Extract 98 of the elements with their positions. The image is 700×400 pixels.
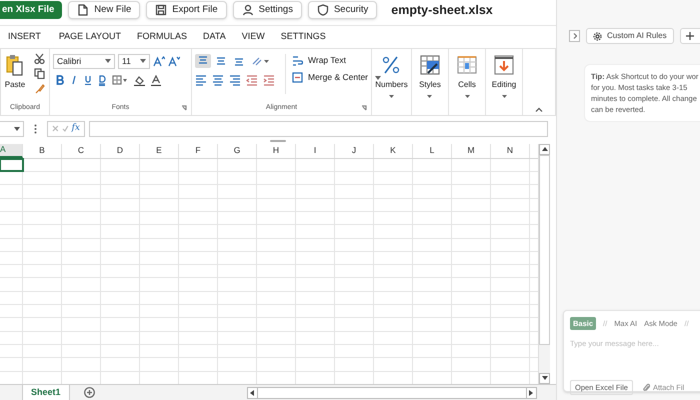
down-triangle-icon (542, 376, 548, 380)
file-name: empty-sheet.xlsx (391, 2, 493, 20)
gear-icon (593, 32, 602, 40)
cells-icon (457, 54, 477, 75)
font-color-icon (151, 74, 161, 86)
sheet-tab[interactable]: Sheet1 (22, 384, 70, 400)
caret-icon (105, 59, 111, 64)
ribbon-tab[interactable]: FORMULAS (129, 30, 196, 48)
toolbar-button[interactable]: Export File (146, 1, 227, 20)
ribbon-tab[interactable]: INSERT (0, 30, 51, 48)
align-right-icon (229, 74, 241, 86)
toolbar-button[interactable]: Settings (232, 1, 302, 20)
column-header[interactable]: N (491, 144, 530, 158)
splitter-handle[interactable] (270, 140, 286, 142)
left-triangle-icon (250, 390, 254, 396)
ribbon-tab[interactable]: DATA (195, 30, 234, 48)
column-header[interactable]: C (62, 144, 101, 158)
underline-icon (84, 75, 92, 86)
increase-indent-icon (263, 74, 275, 86)
align-icon (215, 54, 227, 67)
toolbar-button[interactable]: New File (68, 1, 140, 20)
column-header[interactable]: J (335, 144, 374, 158)
dialog-launcher-icon (361, 105, 367, 112)
ribbon-tab[interactable]: SETTINGS (272, 30, 334, 48)
column-header[interactable]: A (0, 144, 23, 158)
border-icon (112, 75, 128, 86)
vertical-scrollbar[interactable] (538, 144, 550, 384)
ribbon-command-button[interactable]: Editing (492, 54, 516, 98)
table-style-icon (420, 54, 440, 75)
align-center-icon (212, 74, 224, 86)
horizontal-scrollbar[interactable] (246, 386, 537, 399)
align-left-icon (195, 74, 207, 86)
merge-cells-icon (292, 72, 303, 84)
font-size-dropdown[interactable]: 11 (118, 54, 150, 69)
plus-icon (686, 32, 694, 40)
column-header[interactable]: B (23, 144, 62, 158)
scroll-down-button[interactable] (539, 372, 550, 384)
paintbrush-icon (34, 82, 45, 94)
column-header[interactable]: E (140, 144, 179, 158)
save-icon (155, 4, 168, 16)
custom-rules-button[interactable]: Custom AI Rules (586, 28, 674, 44)
panel-toggle-button[interactable] (569, 30, 580, 42)
increase-font-icon (153, 56, 165, 67)
toolbar-button[interactable]: Security (308, 1, 378, 20)
decrease-font-icon (168, 56, 180, 67)
bold-icon (56, 75, 64, 86)
fill-color-icon (134, 74, 145, 86)
check-icon (62, 125, 69, 132)
double-underline-icon (98, 74, 106, 86)
ribbon-command-button[interactable]: Styles (419, 54, 441, 98)
caret-icon (388, 94, 394, 98)
caret-icon (464, 94, 470, 98)
caret-icon (427, 94, 432, 98)
column-header[interactable]: K (374, 144, 413, 158)
ribbon-command-button[interactable]: Cells (457, 54, 477, 98)
more-options-icon (34, 124, 37, 134)
right-triangle-icon (529, 390, 534, 396)
scroll-left-icon[interactable] (248, 388, 258, 398)
active-cell[interactable] (0, 158, 23, 172)
column-header[interactable]: F (179, 144, 218, 158)
chevron-right-icon (572, 33, 576, 39)
ribbon-tab[interactable]: PAGE LAYOUT (50, 30, 130, 48)
align-top-button[interactable] (195, 54, 211, 68)
orientation-icon (252, 56, 270, 66)
open-file-button[interactable]: en Xlsx File (0, 1, 62, 20)
insert-function-button[interactable]: fx (72, 122, 80, 136)
italic-icon (70, 75, 78, 86)
font-name-dropdown[interactable]: Calibri (53, 54, 115, 69)
shield-icon (316, 4, 329, 16)
formula-input[interactable] (89, 120, 548, 137)
cancel-icon (52, 125, 59, 132)
column-header[interactable]: I (296, 144, 335, 158)
column-header[interactable]: H (257, 144, 296, 158)
ribbon-tab[interactable]: VIEW (234, 30, 273, 48)
caret-icon (375, 76, 381, 80)
caret-icon (140, 59, 146, 64)
paperclip-icon (642, 383, 650, 392)
caret-icon (14, 126, 20, 131)
column-header[interactable]: M (452, 144, 491, 158)
scroll-up-button[interactable] (539, 144, 550, 155)
decrease-indent-icon (246, 74, 258, 86)
column-header[interactable]: L (413, 144, 452, 158)
copy-icon (34, 68, 45, 79)
scissors-icon (34, 52, 45, 64)
percent-icon (381, 54, 402, 75)
column-header[interactable]: G (218, 144, 257, 158)
file-icon (77, 4, 90, 16)
add-sheet-icon (84, 386, 95, 398)
paste-button[interactable]: Paste (4, 54, 26, 91)
user-icon (242, 4, 254, 16)
caret-icon (502, 94, 506, 98)
dialog-launcher-icon (181, 105, 187, 112)
column-header[interactable]: D (101, 144, 140, 158)
wrap-text-icon (292, 54, 303, 66)
collapse-caret-icon (535, 107, 543, 112)
up-triangle-icon (542, 147, 548, 152)
name-box[interactable] (0, 120, 24, 137)
clipboard-icon (6, 54, 24, 76)
